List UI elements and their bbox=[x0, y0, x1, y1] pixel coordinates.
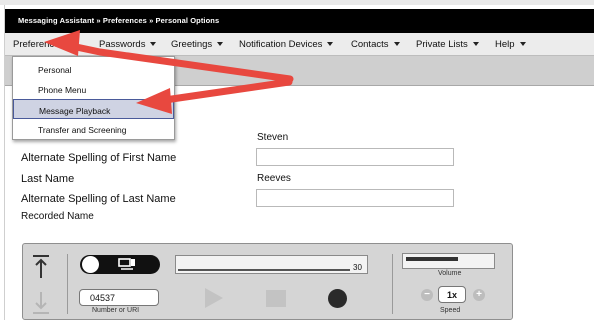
phone-toggle[interactable] bbox=[80, 255, 160, 274]
chevron-down-icon bbox=[217, 42, 224, 46]
dropdown-item-phone-menu[interactable]: Phone Menu bbox=[13, 79, 174, 99]
menu-label: Help bbox=[495, 39, 515, 50]
progress-track bbox=[178, 269, 350, 271]
breadcrumb-bar: Messaging Assistant » Preferences » Pers… bbox=[5, 9, 594, 33]
number-or-uri-label: Number or URI bbox=[92, 307, 140, 314]
upload-icon[interactable] bbox=[31, 254, 51, 280]
alt-first-name-label: Alternate Spelling of First Name bbox=[21, 152, 177, 164]
volume-level bbox=[406, 257, 458, 261]
progress-value: 30 bbox=[353, 263, 362, 272]
volume-label: Volume bbox=[438, 270, 462, 277]
menu-private-lists[interactable]: Private Lists bbox=[416, 39, 479, 50]
dropdown-item-transfer-screening[interactable]: Transfer and Screening bbox=[13, 119, 174, 139]
dropdown-item-message-playback[interactable]: Message Playback bbox=[13, 99, 174, 119]
preferences-dropdown: Personal Phone Menu Message Playback Tra… bbox=[12, 56, 175, 140]
menu-bar: Preferences Passwords Greetings Notifica… bbox=[5, 33, 594, 56]
plus-icon[interactable]: + bbox=[473, 289, 485, 301]
menu-contacts[interactable]: Contacts bbox=[351, 39, 400, 50]
menu-label: Contacts bbox=[351, 39, 389, 50]
menu-preferences[interactable]: Preferences bbox=[13, 39, 76, 50]
menu-notification-devices[interactable]: Notification Devices bbox=[239, 39, 334, 50]
alt-last-name-input[interactable] bbox=[256, 189, 454, 207]
play-icon[interactable] bbox=[205, 288, 223, 308]
chevron-down-icon bbox=[519, 42, 526, 46]
number-or-uri-input[interactable]: 04537 bbox=[79, 289, 159, 306]
minus-icon[interactable]: − bbox=[421, 289, 433, 301]
menu-passwords[interactable]: Passwords bbox=[99, 39, 157, 50]
speed-value[interactable]: 1x bbox=[438, 286, 466, 303]
chevron-down-icon bbox=[150, 42, 157, 46]
menu-help[interactable]: Help bbox=[495, 39, 526, 50]
playback-progress[interactable]: 30 bbox=[175, 255, 368, 274]
divider bbox=[392, 254, 393, 314]
chevron-down-icon bbox=[327, 42, 334, 46]
chevron-down-icon bbox=[393, 42, 400, 46]
media-player: 30 04537 Number or URI Volume − 1x + Spe… bbox=[22, 243, 513, 320]
download-icon[interactable] bbox=[31, 290, 51, 316]
last-name-value: Reeves bbox=[257, 173, 291, 184]
first-name-value: Steven bbox=[257, 132, 289, 143]
recorded-name-label: Recorded Name bbox=[21, 211, 94, 222]
stop-icon[interactable] bbox=[266, 290, 286, 307]
chevron-down-icon bbox=[472, 42, 479, 46]
window-top-edge bbox=[0, 0, 594, 5]
last-name-label: Last Name bbox=[21, 173, 75, 185]
speed-label: Speed bbox=[440, 307, 461, 314]
menu-label: Passwords bbox=[99, 39, 146, 50]
messaging-assistant-page: Messaging Assistant » Preferences » Pers… bbox=[0, 0, 594, 320]
dropdown-item-personal[interactable]: Personal bbox=[13, 59, 174, 79]
breadcrumb: Messaging Assistant » Preferences » Pers… bbox=[18, 16, 220, 25]
record-icon[interactable] bbox=[328, 289, 347, 308]
alt-last-name-label: Alternate Spelling of Last Name bbox=[21, 193, 176, 205]
divider bbox=[67, 254, 68, 314]
menu-label: Preferences bbox=[13, 39, 65, 50]
volume-slider[interactable] bbox=[402, 253, 495, 269]
toggle-knob bbox=[82, 256, 99, 273]
menu-label: Private Lists bbox=[416, 39, 468, 50]
alt-first-name-input[interactable] bbox=[256, 148, 454, 166]
menu-label: Greetings bbox=[171, 39, 213, 50]
menu-label: Notification Devices bbox=[239, 39, 323, 50]
chevron-down-icon bbox=[69, 42, 76, 46]
menu-greetings[interactable]: Greetings bbox=[171, 39, 224, 50]
device-icon bbox=[118, 258, 135, 270]
